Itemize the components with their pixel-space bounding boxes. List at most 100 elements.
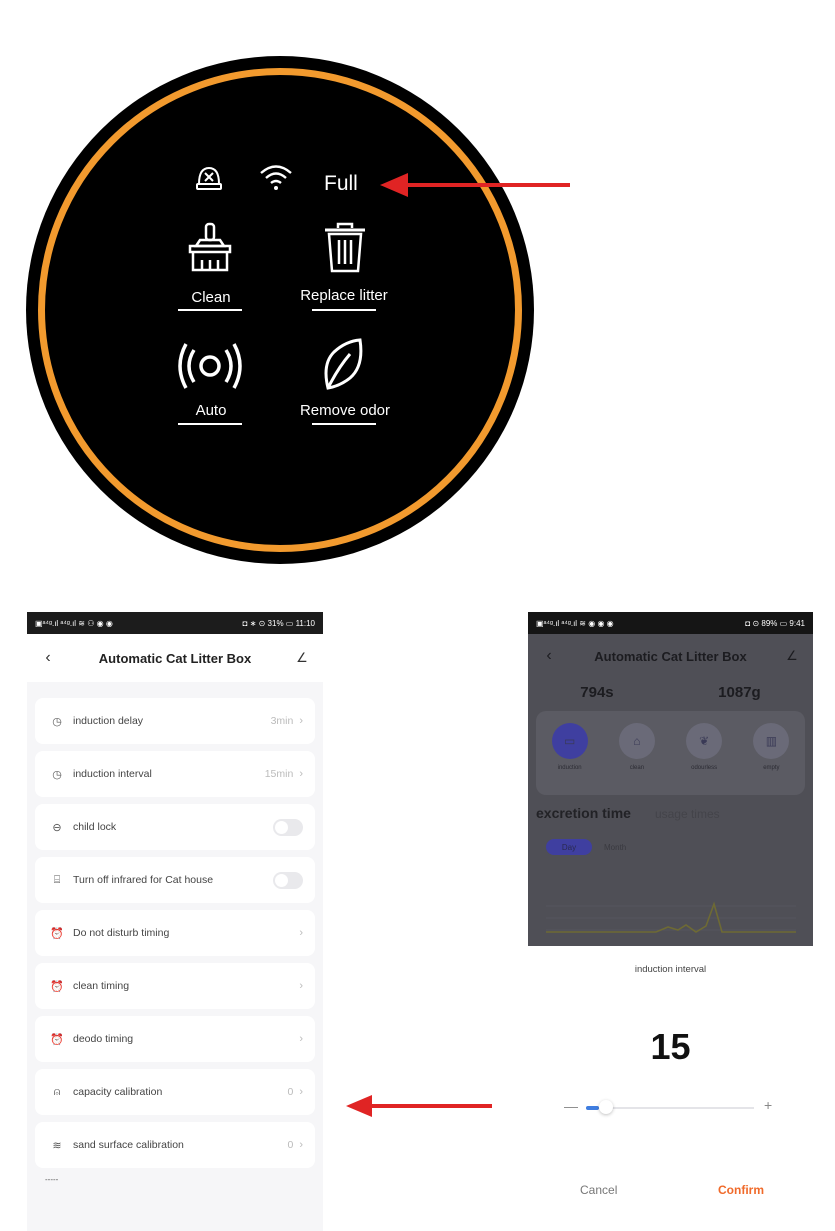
trash-icon[interactable]: [322, 222, 368, 274]
tab-usage-times: usage times: [654, 807, 720, 821]
status-bar-left: ▣ᵃ⁴ᵍ.ıl ᵃ⁴ᵍ.ıl ≋ ⚇ ◉ ◉: [35, 618, 113, 628]
home-icon: ⌂: [618, 723, 655, 759]
interval-value: 15: [650, 1026, 691, 1067]
interval-picker-screen: ▣ᵃ⁴ᵍ.ıl ᵃ⁴ᵍ.ıl ≋ ◉ ◉ ◉ ◘ ⊙ 89% ▭ 9:41 ‹ …: [528, 612, 813, 1218]
panel-ring: [38, 68, 522, 552]
bin-status-text: Full: [324, 172, 358, 195]
edit-icon[interactable]: ∠: [293, 650, 311, 666]
settings-row-induction-interval[interactable]: ◷ induction interval 15min ›: [35, 751, 315, 797]
settings-list: ◷ induction delay 3min › ◷ induction int…: [27, 682, 323, 1184]
leaf-icon[interactable]: [320, 338, 364, 392]
confirm-button[interactable]: Confirm: [718, 1183, 764, 1197]
settings-row-do-not-disturb[interactable]: ⏰ Do not disturb timing ›: [35, 910, 315, 956]
row-label: capacity calibration: [73, 1086, 163, 1098]
induction-icon: ▭: [551, 723, 588, 759]
chart-tabs: excretion time usage times: [528, 805, 813, 821]
back-icon[interactable]: ‹: [39, 649, 57, 667]
mode-selector: ▭ induction ⌂ clean ❦ odourless ▥ empty: [536, 711, 805, 795]
mode-empty: ▥ empty: [753, 723, 790, 771]
broom-icon[interactable]: [184, 222, 236, 274]
clock-icon: ◷: [52, 715, 62, 728]
row-label: Turn off infrared for Cat house: [73, 874, 214, 886]
slider-thumb[interactable]: [599, 1100, 614, 1114]
scale-icon: ⍝: [53, 1085, 61, 1098]
edit-icon: ∠: [786, 648, 798, 663]
tab-month: Month: [604, 842, 627, 852]
leaf-icon: ❦: [686, 723, 723, 759]
infrared-icon: ⌸: [53, 873, 61, 886]
settings-screen: ▣ᵃ⁴ᵍ.ıl ᵃ⁴ᵍ.ıl ≋ ⚇ ◉ ◉ ◘ ∗ ⊙ 31% ▭ 11:10…: [27, 612, 323, 1231]
tab-day: Day: [546, 839, 592, 855]
status-bar-left: ▣ᵃ⁴ᵍ.ıl ᵃ⁴ᵍ.ıl ≋ ◉ ◉ ◉: [536, 618, 614, 628]
mode-label: induction: [557, 765, 582, 771]
page: Full Clean Replace litter Auto Remove od…: [0, 0, 835, 1231]
settings-row-sand-surface-calibration[interactable]: ≋ sand surface calibration 0 ›: [35, 1122, 315, 1168]
chevron-right-icon: ›: [299, 1086, 303, 1098]
slider-fill: [586, 1106, 600, 1110]
status-bar-right: ◘ ⊙ 89% ▭ 9:41: [745, 618, 805, 628]
replace-litter-underline: [312, 309, 376, 311]
nav-bar: ‹ Automatic Cat Litter Box ∠: [528, 634, 813, 678]
mode-label: empty: [763, 765, 780, 771]
settings-row-child-lock: ⊖ child lock: [35, 804, 315, 850]
row-value: 15min: [264, 768, 294, 780]
remove-odor-underline: [312, 423, 376, 425]
stats-row: 794s 1087g: [528, 678, 813, 701]
decrease-button[interactable]: —: [564, 1098, 578, 1114]
cancel-button[interactable]: Cancel: [580, 1183, 617, 1197]
settings-row-induction-delay[interactable]: ◷ induction delay 3min ›: [35, 698, 315, 744]
device-control-panel: Full Clean Replace litter Auto Remove od…: [26, 56, 534, 564]
dimmed-background: ▣ᵃ⁴ᵍ.ıl ᵃ⁴ᵍ.ıl ≋ ◉ ◉ ◉ ◘ ⊙ 89% ▭ 9:41 ‹ …: [528, 612, 813, 946]
clean-button-label[interactable]: Clean: [151, 289, 271, 306]
row-label: induction delay: [73, 715, 144, 727]
interval-bottom-sheet: induction interval 15 — + Cancel Confirm: [528, 946, 813, 1218]
alarm-icon: ⏰: [50, 927, 64, 940]
annotation-arrow-top: [380, 173, 570, 197]
row-label: sand surface calibration: [73, 1139, 184, 1151]
chevron-right-icon: ›: [299, 1033, 303, 1045]
clock-icon: ◷: [52, 768, 62, 781]
infrared-toggle[interactable]: [273, 871, 303, 889]
tab-excretion-time: excretion time: [536, 805, 631, 821]
chevron-right-icon: ›: [299, 768, 303, 780]
duration-stat: 794s: [580, 684, 614, 701]
replace-litter-button-label[interactable]: Replace litter: [284, 287, 404, 304]
settings-row-clean-timing[interactable]: ⏰ clean timing ›: [35, 963, 315, 1009]
increase-button[interactable]: +: [764, 1097, 772, 1113]
wifi-icon: [260, 165, 292, 190]
page-title: Automatic Cat Litter Box: [594, 648, 747, 664]
back-icon: ‹: [546, 647, 552, 664]
excretion-line-chart: [546, 901, 796, 933]
row-label: deodo timing: [73, 1033, 134, 1045]
lock-icon: ⊖: [52, 821, 62, 834]
status-bar: ▣ᵃ⁴ᵍ.ıl ᵃ⁴ᵍ.ıl ≋ ◉ ◉ ◉ ◘ ⊙ 89% ▭ 9:41: [528, 612, 813, 634]
auto-underline: [178, 423, 242, 425]
mode-odourless: ❦ odourless: [686, 723, 723, 771]
status-bar-right: ◘ ∗ ⊙ 31% ▭ 11:10: [242, 618, 315, 628]
row-label: induction interval: [73, 768, 152, 780]
signal-waves-icon[interactable]: [178, 342, 242, 390]
chevron-right-icon: ›: [299, 927, 303, 939]
trash-icon: ▥: [753, 723, 790, 759]
row-value: 0: [287, 1086, 294, 1098]
next-row-peek: -----: [45, 1175, 59, 1184]
alarm-icon: ⏰: [50, 1033, 64, 1046]
child-lock-toggle[interactable]: [273, 818, 303, 836]
auto-button-label[interactable]: Auto: [151, 402, 271, 419]
mode-label: clean: [629, 765, 645, 771]
settings-row-infrared: ⌸ Turn off infrared for Cat house: [35, 857, 315, 903]
period-tabs: Day Month: [528, 821, 813, 855]
status-bar: ▣ᵃ⁴ᵍ.ıl ᵃ⁴ᵍ.ıl ≋ ⚇ ◉ ◉ ◘ ∗ ⊙ 31% ▭ 11:10: [27, 612, 323, 634]
page-title: Automatic Cat Litter Box: [98, 650, 252, 666]
settings-row-deodo-timing[interactable]: ⏰ deodo timing ›: [35, 1016, 315, 1062]
mode-clean: ⌂ clean: [618, 723, 655, 771]
remove-odor-button-label[interactable]: Remove odor: [285, 402, 405, 419]
settings-row-capacity-calibration[interactable]: ⍝ capacity calibration 0 ›: [35, 1069, 315, 1115]
mode-induction: ▭ induction: [551, 723, 588, 771]
sheet-title: induction interval: [634, 964, 707, 975]
chevron-right-icon: ›: [299, 980, 303, 992]
alarm-icon: ⏰: [50, 980, 64, 993]
chevron-right-icon: ›: [299, 715, 303, 727]
row-value: 0: [287, 1139, 294, 1151]
row-value: 3min: [270, 715, 294, 727]
